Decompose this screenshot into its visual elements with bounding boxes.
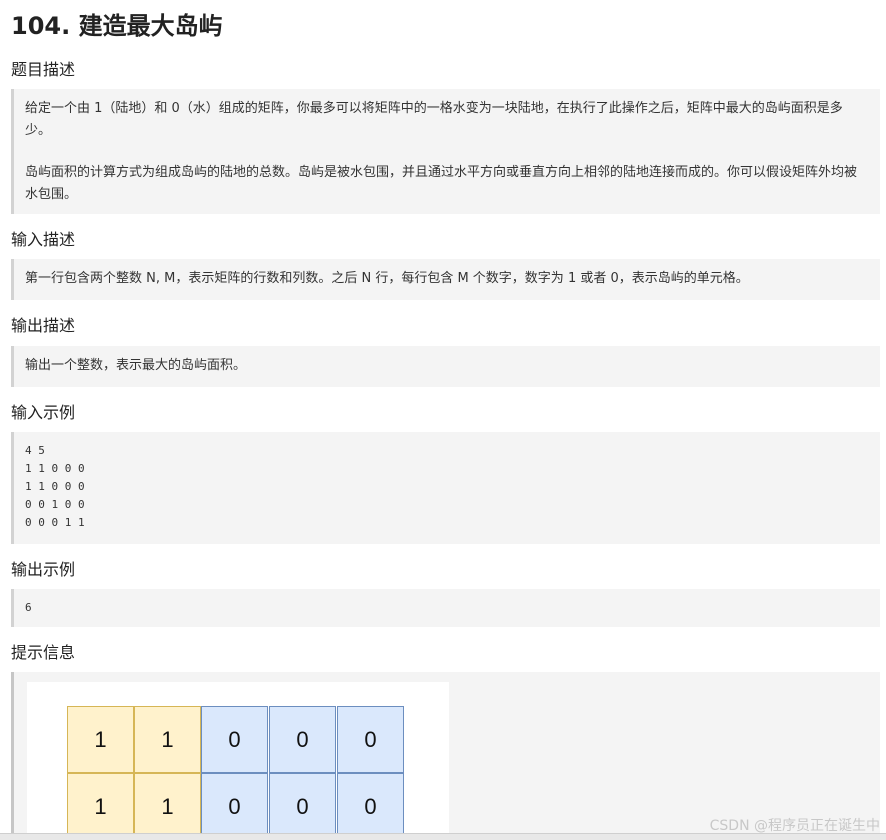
input-description-text: 第一行包含两个整数 N, M，表示矩阵的行数和列数。之后 N 行，每行包含 M … xyxy=(25,271,749,286)
description-box: 给定一个由 1（陆地）和 0（水）组成的矩阵，你最多可以将矩阵中的一格水变为一块… xyxy=(11,89,880,214)
hint-heading: 提示信息 xyxy=(11,643,76,662)
input-description-heading: 输入描述 xyxy=(11,230,76,249)
code-line: 1 1 0 0 0 xyxy=(25,462,85,475)
grid-cell-water: 0 xyxy=(201,773,268,840)
description-heading: 题目描述 xyxy=(11,60,76,79)
csdn-watermark: CSDN @程序员正在诞生中 xyxy=(709,818,880,834)
code-line: 1 1 0 0 0 xyxy=(25,480,85,493)
code-line: 4 5 xyxy=(25,444,45,457)
grid-cell-water: 0 xyxy=(337,773,404,840)
grid-cell-water: 0 xyxy=(337,706,404,773)
grid-cell-land: 1 xyxy=(67,706,134,773)
grid-cell-water: 0 xyxy=(269,773,336,840)
output-description-box: 输出一个整数，表示最大的岛屿面积。 xyxy=(11,346,880,387)
bottom-scrollbar[interactable] xyxy=(0,833,886,840)
code-line: 6 xyxy=(25,601,32,614)
grid-cell-land: 1 xyxy=(67,773,134,840)
input-description-box: 第一行包含两个整数 N, M，表示矩阵的行数和列数。之后 N 行，每行包含 M … xyxy=(11,259,880,300)
grid-cell-water: 0 xyxy=(201,706,268,773)
problem-page: 104. 建造最大岛屿 题目描述 给定一个由 1（陆地）和 0（水）组成的矩阵，… xyxy=(0,0,886,840)
input-example-code: 4 5 1 1 0 0 0 1 1 0 0 0 0 0 1 0 0 0 0 0 … xyxy=(11,432,880,544)
output-example-heading: 输出示例 xyxy=(11,560,76,579)
grid-cell-water: 0 xyxy=(269,706,336,773)
code-line: 0 0 0 1 1 xyxy=(25,516,85,529)
output-example-code: 6 xyxy=(11,589,880,627)
description-paragraph-1: 给定一个由 1（陆地）和 0（水）组成的矩阵，你最多可以将矩阵中的一格水变为一块… xyxy=(25,101,843,138)
code-line: 0 0 1 0 0 xyxy=(25,498,85,511)
page-title: 104. 建造最大岛屿 xyxy=(11,12,223,40)
output-description-text: 输出一个整数，表示最大的岛屿面积。 xyxy=(25,358,247,373)
island-grid-figure: 1 1 0 0 0 1 1 0 0 0 xyxy=(27,682,449,840)
description-paragraph-2: 岛屿面积的计算方式为组成岛屿的陆地的总数。岛屿是被水包围，并且通过水平方向或垂直… xyxy=(25,165,858,202)
grid-cell-land: 1 xyxy=(134,706,201,773)
grid-cell-land: 1 xyxy=(134,773,201,840)
input-example-heading: 输入示例 xyxy=(11,403,76,422)
output-description-heading: 输出描述 xyxy=(11,316,76,335)
